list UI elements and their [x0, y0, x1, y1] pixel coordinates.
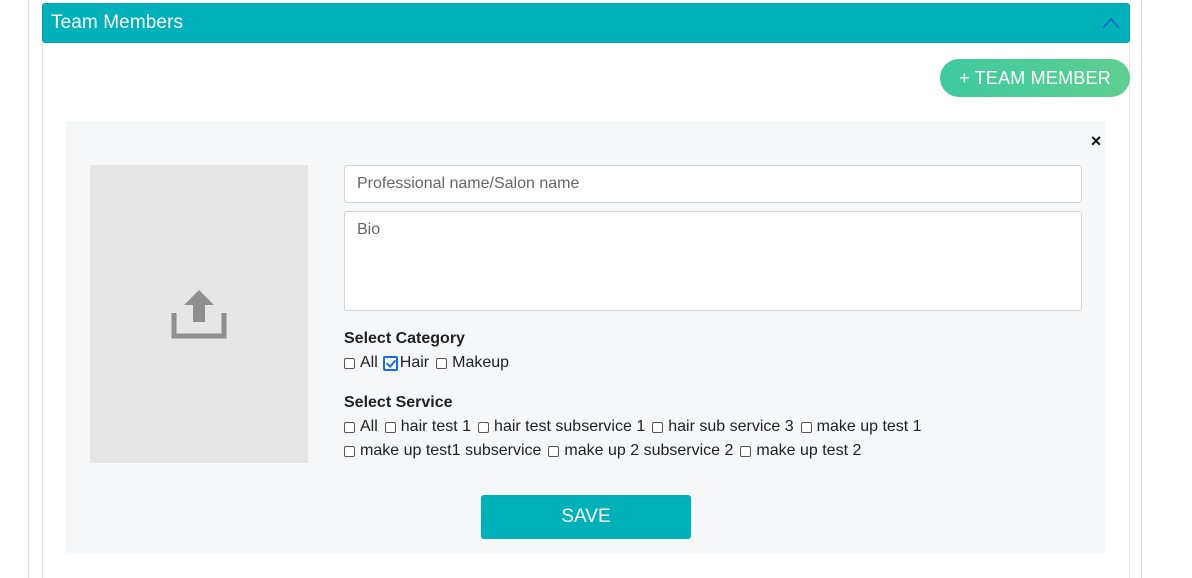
service-option-label: make up test1 subservice: [360, 442, 542, 459]
category-option[interactable]: All: [344, 354, 378, 372]
service-option[interactable]: make up test 2: [740, 442, 861, 460]
category-option[interactable]: Hair: [382, 354, 430, 372]
service-option[interactable]: hair test 1: [384, 418, 472, 436]
category-option-label: Hair: [399, 354, 430, 371]
service-option[interactable]: make up test1 subservice: [344, 442, 541, 460]
service-option-label: make up test 2: [756, 442, 862, 459]
select-service-label: Select Service: [344, 394, 453, 411]
service-checkbox[interactable]: [740, 445, 752, 457]
service-checkbox[interactable]: [478, 421, 490, 433]
category-checkbox[interactable]: [382, 355, 398, 371]
service-option[interactable]: hair test subservice 1: [478, 418, 645, 436]
service-checkbox[interactable]: [384, 421, 396, 433]
service-option[interactable]: make up test 1: [800, 418, 922, 436]
category-option-label: Makeup: [452, 354, 510, 371]
service-option-label: hair test subservice 1: [494, 418, 646, 435]
service-option[interactable]: make up 2 subservice 2: [548, 442, 733, 460]
service-option-label: All: [360, 418, 378, 435]
service-option-label: hair sub service 3: [668, 418, 794, 435]
category-option-label: All: [360, 354, 378, 371]
service-option[interactable]: All: [344, 418, 378, 436]
close-icon[interactable]: ×: [1088, 131, 1104, 151]
service-option-label: make up test 1: [816, 418, 922, 435]
service-option-label: hair test 1: [400, 418, 472, 435]
save-button[interactable]: SAVE: [481, 495, 691, 539]
professional-name-input[interactable]: [344, 165, 1082, 203]
category-checkbox[interactable]: [344, 357, 355, 369]
team-member-form: × Select Category All Hair Makeup Select S…: [66, 121, 1105, 554]
service-checkboxes-row-1: All hair test 1 hair test subservice 1 hair…: [344, 416, 929, 438]
category-checkbox[interactable]: [436, 357, 448, 369]
service-checkbox[interactable]: [344, 421, 355, 433]
service-checkbox[interactable]: [652, 421, 664, 433]
category-option[interactable]: Makeup: [436, 354, 509, 372]
service-option[interactable]: hair sub service 3: [652, 418, 794, 436]
select-category-label: Select Category: [344, 330, 465, 347]
add-team-member-button[interactable]: + TEAM MEMBER: [940, 59, 1130, 97]
photo-upload-area[interactable]: [90, 165, 308, 463]
service-checkbox[interactable]: [548, 445, 560, 457]
service-checkbox[interactable]: [800, 421, 812, 433]
service-checkboxes-row-2: make up test1 subservice make up 2 subser…: [344, 440, 868, 462]
team-members-header[interactable]: Team Members: [42, 3, 1130, 43]
category-checkboxes: All Hair Makeup: [344, 352, 516, 374]
service-checkbox[interactable]: [344, 445, 355, 457]
chevron-up-icon[interactable]: [1101, 16, 1121, 30]
panel-title: Team Members: [51, 12, 184, 33]
bio-textarea[interactable]: [344, 211, 1082, 311]
service-option-label: make up 2 subservice 2: [564, 442, 734, 459]
upload-icon: [171, 290, 227, 339]
